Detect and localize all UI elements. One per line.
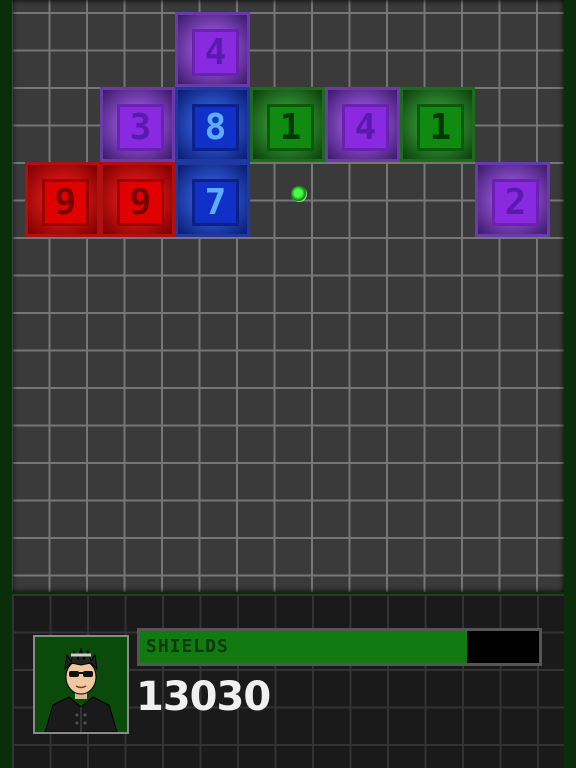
block-number: 3 (117, 104, 164, 151)
number-block: 3 (100, 87, 175, 162)
pilot-portrait-icon (35, 637, 127, 732)
block-number: 9 (42, 179, 89, 226)
shields-label: SHIELDS (146, 636, 229, 657)
number-block: 9 (25, 162, 100, 237)
green-ball (291, 186, 307, 202)
number-block: 8 (175, 87, 250, 162)
block-number: 2 (492, 179, 539, 226)
block-number: 7 (192, 179, 239, 226)
number-block: 1 (250, 87, 325, 162)
block-number: 1 (417, 104, 464, 151)
block-number: 1 (267, 104, 314, 151)
number-block: 4 (325, 87, 400, 162)
shields-bar: SHIELDS (137, 628, 542, 666)
number-block: 7 (175, 162, 250, 237)
block-number: 4 (192, 29, 239, 76)
block-number: 9 (117, 179, 164, 226)
number-block: 1 (400, 87, 475, 162)
pilot-avatar (33, 635, 129, 734)
block-number: 8 (192, 104, 239, 151)
number-block: 9 (100, 162, 175, 237)
block-number: 4 (342, 104, 389, 151)
score-value: 13030 (136, 674, 271, 720)
number-block: 4 (175, 12, 250, 87)
number-block: 2 (475, 162, 550, 237)
